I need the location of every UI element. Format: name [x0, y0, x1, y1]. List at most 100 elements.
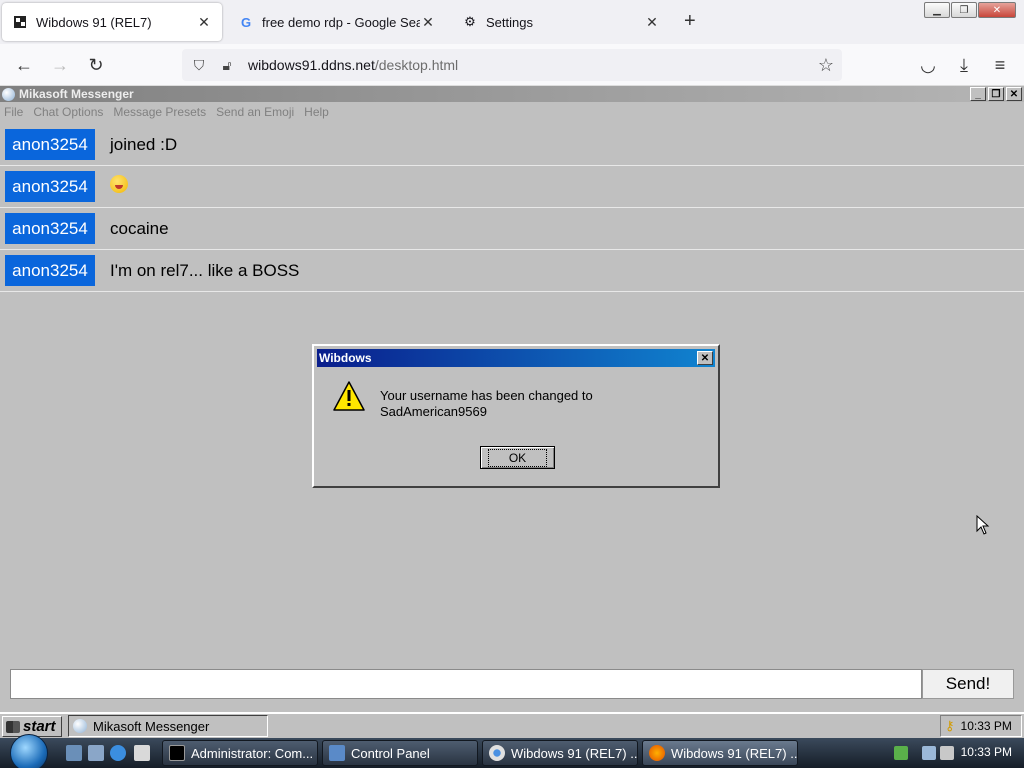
os-taskbar: Administrator: Com... Control Panel Wibd… [0, 734, 1024, 768]
close-icon[interactable]: ✕ [697, 351, 713, 365]
dialog-message: Your username has been changed to SadAme… [380, 388, 700, 420]
new-tab-icon[interactable]: + [684, 10, 696, 33]
show-desktop-icon[interactable] [66, 745, 82, 761]
forward-arrow-icon[interactable]: → [48, 53, 72, 77]
network-icon[interactable] [922, 746, 936, 760]
menu-file[interactable]: File [4, 105, 23, 119]
send-button[interactable]: Send! [922, 669, 1014, 699]
messenger-title: Mikasoft Messenger [19, 87, 134, 101]
tab-google-search[interactable]: G free demo rdp - Google Search ✕ [228, 3, 446, 41]
download-icon[interactable]: ⤓ [952, 53, 976, 77]
gear-icon: ⚙ [464, 14, 476, 29]
google-icon: G [240, 14, 252, 30]
os-clock[interactable]: 10:33 PM [961, 745, 1012, 759]
messenger-app-icon [73, 719, 87, 733]
menu-hamburger-icon[interactable]: ≡ [988, 53, 1012, 77]
message-text: cocaine [110, 218, 169, 238]
minimize-icon[interactable]: _ [970, 87, 986, 101]
zany-face-emoji-icon [110, 175, 128, 193]
message-emoji [110, 175, 128, 198]
back-arrow-icon[interactable]: ← [12, 53, 36, 77]
username-badge[interactable]: anon3254 [5, 129, 95, 160]
taskbar-item-chrome[interactable]: Wibdows 91 (REL7) ... [482, 740, 638, 766]
browser-nav-bar: ← → ↻ ⛉ 🔓︎ wibdows91.ddns.net/desktop.ht… [0, 44, 1024, 86]
taskbar-item-label: Wibdows 91 (REL7) ... [511, 745, 638, 761]
taskbar-item-label: Control Panel [351, 745, 430, 761]
username-badge[interactable]: anon3254 [5, 171, 95, 202]
media-player-icon[interactable] [134, 745, 150, 761]
url-bar[interactable]: ⛉ 🔓︎ wibdows91.ddns.net/desktop.html ☆ [182, 49, 842, 81]
system-tray: ⚷ 10:33 PM [940, 715, 1022, 737]
volume-muted-icon[interactable] [940, 746, 954, 760]
reload-icon[interactable]: ↻ [84, 53, 108, 77]
browser-icon [489, 745, 505, 761]
menu-help[interactable]: Help [304, 105, 329, 119]
tab-label: free demo rdp - Google Search [262, 14, 420, 30]
messenger-titlebar[interactable]: Mikasoft Messenger _ ❐ ✕ [0, 86, 1024, 102]
chat-message-row: anon3254 cocaine [0, 208, 1024, 250]
pocket-icon[interactable]: ◡ [916, 53, 940, 77]
taskbar-item-label: Mikasoft Messenger [93, 718, 210, 734]
control-panel-icon [329, 745, 345, 761]
key-icon[interactable]: ⚷ [945, 718, 955, 734]
insecure-lock-icon[interactable]: 🔓︎ [216, 57, 238, 74]
close-icon[interactable]: ✕ [1006, 87, 1022, 101]
tab-close-icon[interactable]: ✕ [420, 14, 436, 31]
menu-send-emoji[interactable]: Send an Emoji [216, 105, 294, 119]
start-orb-icon[interactable] [10, 734, 48, 768]
start-label: start [23, 718, 56, 735]
menu-chat-options[interactable]: Chat Options [33, 105, 103, 119]
taskbar-item-firefox[interactable]: Wibdows 91 (REL7) ... [642, 740, 798, 766]
warning-icon [332, 380, 366, 417]
dialog-titlebar[interactable]: Wibdows ✕ [317, 349, 715, 367]
browser-tab-strip: Wibdows 91 (REL7) ✕ G free demo rdp - Go… [0, 0, 1024, 44]
chat-message-row: anon3254 I'm on rel7... like a BOSS [0, 250, 1024, 292]
username-changed-dialog: Wibdows ✕ Your username has been changed… [312, 344, 720, 488]
taskbar-item-control-panel[interactable]: Control Panel [322, 740, 478, 766]
tray-clock: 10:33 PM [960, 719, 1012, 733]
shield-icon[interactable]: ⛉ [188, 57, 210, 74]
tab-settings[interactable]: ⚙ Settings ✕ [452, 3, 670, 41]
maximize-icon[interactable]: ❐ [951, 2, 977, 18]
dialog-message-line: Your username has been changed to [380, 388, 593, 403]
message-text: joined :D [110, 134, 178, 154]
windows-logo-icon [6, 720, 20, 733]
chat-message-row: anon3254 joined :D [0, 124, 1024, 166]
window-controls: ▁ ❐ ✕ [924, 2, 1016, 18]
tab-label: Settings [486, 14, 533, 30]
taskbar-item-messenger[interactable]: Mikasoft Messenger [68, 715, 268, 737]
close-icon[interactable]: ✕ [978, 2, 1016, 18]
internet-explorer-icon[interactable] [110, 745, 126, 761]
ok-button[interactable]: OK [480, 446, 555, 469]
taskbar-item-label: Administrator: Com... [191, 745, 314, 761]
mouse-cursor-icon [976, 514, 990, 540]
dialog-title: Wibdows [319, 351, 372, 365]
chat-log: anon3254 joined :D anon3254 anon3254 coc… [0, 124, 1024, 292]
tab-wibdows[interactable]: Wibdows 91 (REL7) ✕ [2, 3, 222, 41]
dialog-new-username: SadAmerican9569 [380, 404, 487, 419]
tab-label: Wibdows 91 (REL7) [36, 14, 152, 30]
menu-message-presets[interactable]: Message Presets [113, 105, 206, 119]
tray-app-icon[interactable] [894, 746, 908, 760]
url-path: /desktop.html [374, 57, 459, 73]
messenger-app-icon [2, 87, 15, 101]
wibdows-taskbar: start Mikasoft Messenger ⚷ 10:33 PM [0, 712, 1024, 738]
username-badge[interactable]: anon3254 [5, 213, 95, 244]
maximize-icon[interactable]: ❐ [988, 87, 1004, 101]
message-text: I'm on rel7... like a BOSS [110, 260, 300, 280]
taskbar-item-label: Wibdows 91 (REL7) ... [671, 745, 798, 761]
chat-message-row: anon3254 [0, 166, 1024, 208]
username-badge[interactable]: anon3254 [5, 255, 95, 286]
chat-message-input[interactable] [10, 669, 922, 699]
tab-close-icon[interactable]: ✕ [196, 14, 212, 31]
switch-windows-icon[interactable] [88, 745, 104, 761]
firefox-icon [649, 745, 665, 761]
cmd-icon [169, 745, 185, 761]
wibdows-favicon-icon [12, 14, 28, 30]
minimize-icon[interactable]: ▁ [924, 2, 950, 18]
ok-button-label: OK [487, 448, 548, 467]
tab-close-icon[interactable]: ✕ [644, 14, 660, 31]
messenger-menubar: File Chat Options Message Presets Send a… [0, 102, 1024, 122]
bookmark-star-icon[interactable]: ☆ [818, 55, 834, 76]
taskbar-item-cmd[interactable]: Administrator: Com... [162, 740, 318, 766]
